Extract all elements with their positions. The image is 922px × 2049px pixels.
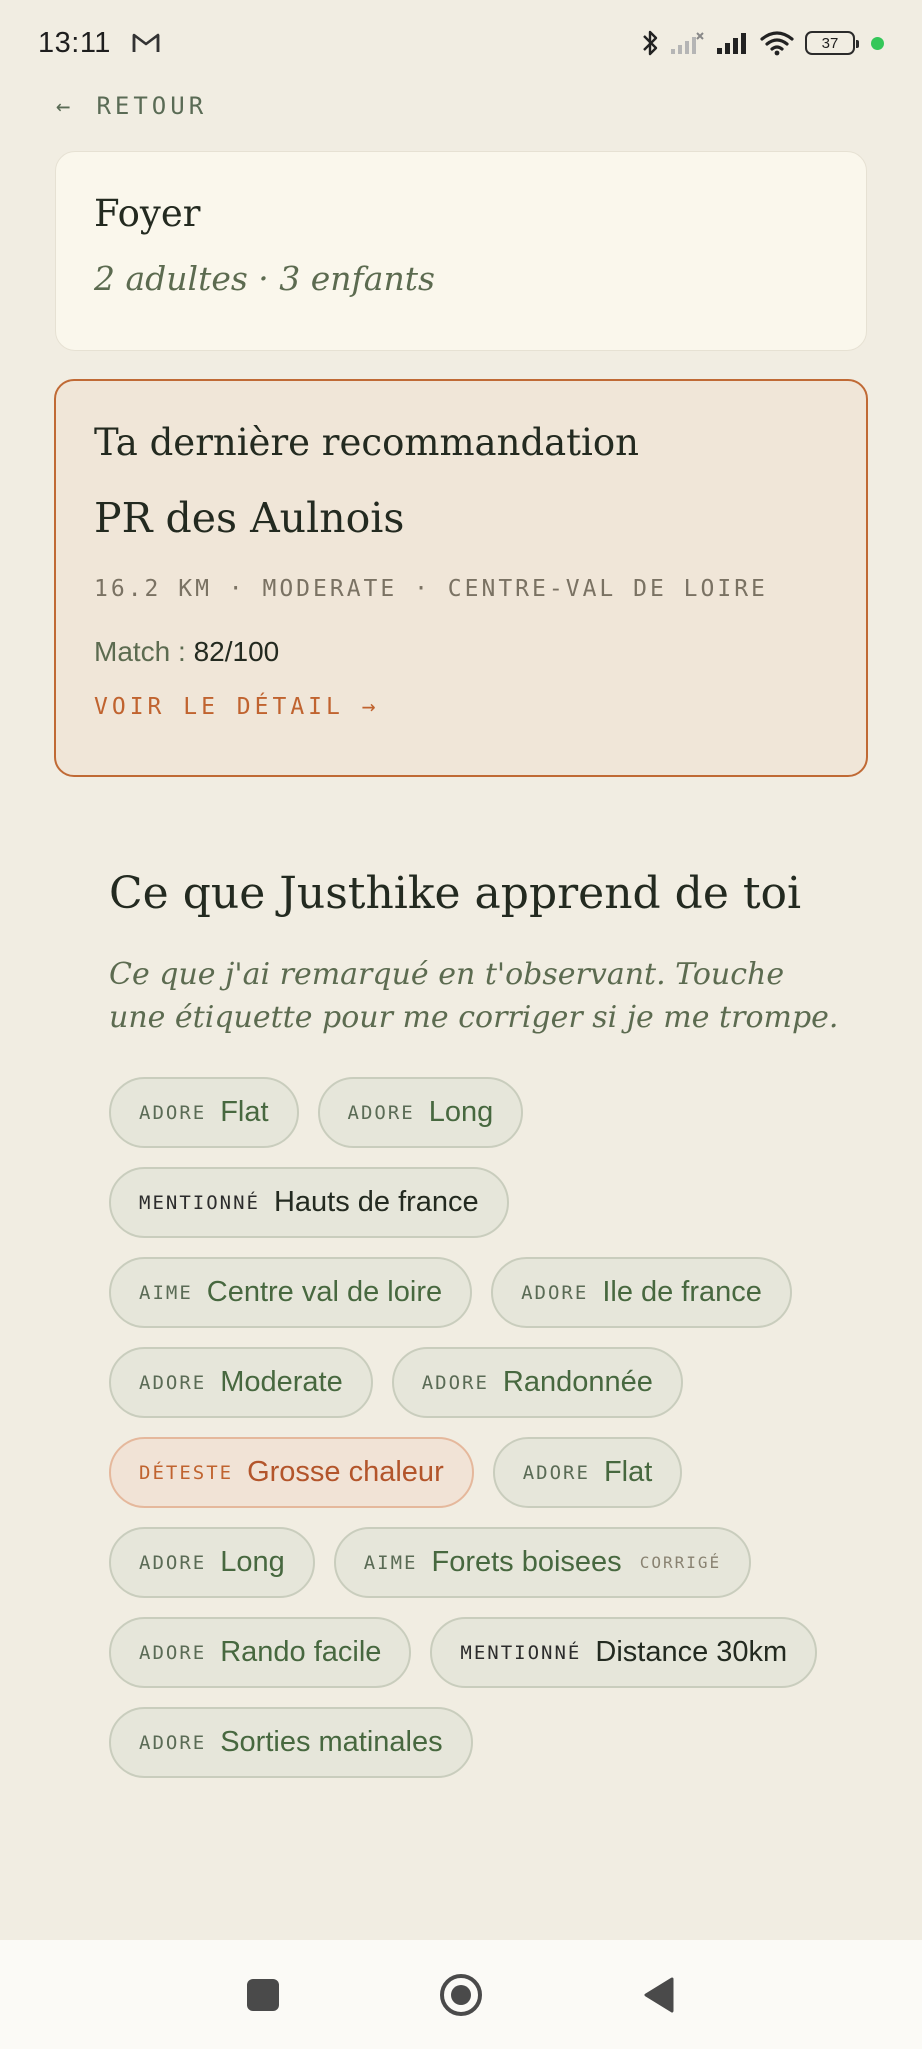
status-time: 13:11 [38, 26, 111, 59]
tag-kind: ADORE [139, 1551, 207, 1574]
home-button[interactable] [437, 1971, 485, 2019]
status-left: 13:11 [38, 27, 161, 60]
tag-value: Flat [220, 1096, 269, 1128]
tag-kind: ADORE [139, 1641, 207, 1664]
household-title: Foyer [94, 192, 201, 235]
tag-value: Ile de france [602, 1276, 762, 1308]
back-label: RETOUR [96, 92, 208, 120]
tag-kind: ADORE [521, 1281, 589, 1304]
gmail-icon [132, 33, 160, 52]
preference-tag[interactable]: ADORE Rando facile [109, 1617, 412, 1688]
tag-value: Centre val de loire [206, 1276, 443, 1308]
tag-kind: AIME [139, 1281, 193, 1304]
preference-tag[interactable]: ADORE Moderate [109, 1347, 373, 1418]
tag-value: Grosse chaleur [247, 1456, 444, 1488]
signal-icon [717, 33, 746, 54]
tag-kind: ADORE [347, 1101, 415, 1124]
tag-value: Flat [603, 1456, 653, 1488]
tag-value: Rando facile [220, 1636, 382, 1668]
preference-tag[interactable]: MENTIONNÉ Distance 30km [430, 1617, 818, 1688]
tag-kind: ADORE [421, 1371, 489, 1394]
privacy-indicator-dot [871, 36, 884, 50]
match-score: 82/100 [193, 636, 280, 667]
back-triangle-icon [644, 1977, 674, 2012]
tag-value: Sorties matinales [220, 1726, 443, 1758]
battery-icon: 37 [805, 31, 859, 55]
system-nav-bar [0, 1940, 922, 2049]
preference-tag[interactable]: AIME Forets boisees CORRIGÉ [333, 1527, 752, 1598]
tag-value: Long [220, 1546, 285, 1578]
tag-kind: ADORE [139, 1101, 207, 1124]
system-back-button[interactable] [635, 1971, 683, 2019]
back-arrow-icon: ← [56, 92, 75, 120]
match-label: Match : [94, 636, 194, 667]
preference-tag[interactable]: ADORE Randonnée [391, 1347, 683, 1418]
preference-tags: ADORE Flat ADORE Long MENTIONNÉ Hauts de fr… [109, 1077, 829, 1778]
back-button[interactable]: ← RETOUR [56, 88, 207, 124]
tag-kind: DÉTESTE [139, 1461, 234, 1484]
preference-tag[interactable]: DÉTESTE Grosse chaleur [109, 1437, 474, 1508]
preference-tag[interactable]: ADORE Sorties matinales [109, 1707, 473, 1778]
recommendation-match: Match : 82/100 [94, 636, 828, 668]
tag-value: Moderate [220, 1366, 343, 1398]
learning-title: Ce que Justhike apprend de toi [109, 868, 802, 919]
tag-corrected-note: CORRIGÉ [639, 1553, 722, 1572]
preference-tag[interactable]: MENTIONNÉ Hauts de france [109, 1167, 509, 1238]
recommendation-meta: 16.2 KM · MODERATE · CENTRE-VAL DE LOIRE [94, 576, 768, 602]
household-card: Foyer 2 adultes · 3 enfants [55, 151, 867, 351]
tag-value: Distance 30km [595, 1636, 788, 1668]
wifi-icon [760, 31, 794, 56]
tag-kind: AIME [363, 1551, 418, 1574]
status-bar: 13:11 37 [0, 0, 922, 86]
tag-value: Hauts de france [273, 1186, 479, 1218]
tag-kind: ADORE [139, 1731, 207, 1754]
status-right: 37 [641, 28, 884, 58]
preference-tag[interactable]: ADORE Ile de france [491, 1257, 792, 1328]
tag-value: Forets boisees [431, 1546, 622, 1578]
household-summary: 2 adultes · 3 enfants [94, 259, 435, 298]
tag-kind: MENTIONNÉ [139, 1191, 260, 1214]
bluetooth-icon [643, 30, 658, 56]
recommendation-heading: Ta dernière recommandation [94, 421, 639, 464]
tag-kind: ADORE [522, 1461, 590, 1484]
preference-tag[interactable]: ADORE Long [317, 1077, 524, 1148]
tag-value: Long [428, 1096, 494, 1128]
tag-value: Randonnée [502, 1366, 653, 1398]
view-detail-link[interactable]: VOIR LE DÉTAIL → [94, 694, 380, 720]
preference-tag[interactable]: ADORE Flat [492, 1437, 683, 1508]
home-icon [440, 1973, 482, 2016]
recommendation-trail-name: PR des Aulnois [94, 494, 405, 542]
recommendation-card: Ta dernière recommandation PR des Aulnoi… [54, 379, 868, 777]
tag-kind: MENTIONNÉ [460, 1641, 582, 1664]
signal-off-icon [671, 32, 704, 54]
tag-kind: ADORE [139, 1371, 207, 1394]
preference-tag[interactable]: ADORE Long [109, 1527, 315, 1598]
preference-tag[interactable]: ADORE Flat [109, 1077, 299, 1148]
learning-subtitle: Ce que j'ai remarqué en t'observant. Tou… [109, 957, 839, 1035]
recents-icon [247, 1978, 279, 2011]
preference-tag[interactable]: AIME Centre val de loire [109, 1257, 473, 1328]
recents-button[interactable] [239, 1971, 287, 2019]
